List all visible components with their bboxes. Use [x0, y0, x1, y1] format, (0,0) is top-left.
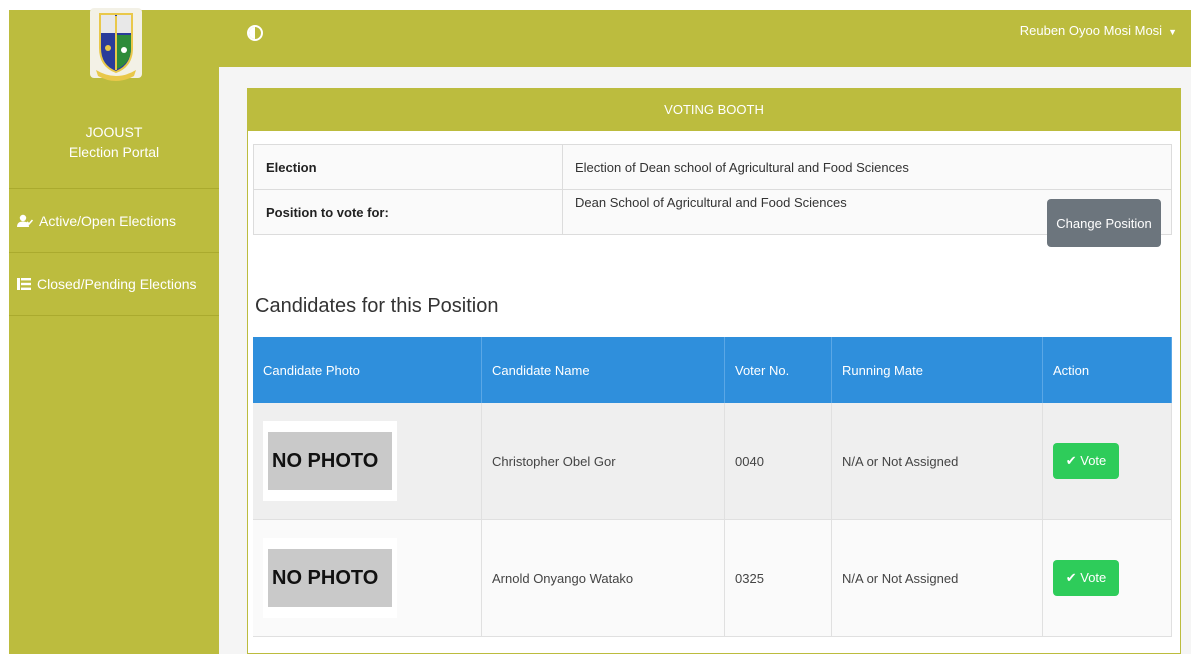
- candidate-photo: NO PHOTO: [263, 421, 397, 501]
- column-header: Candidate Photo: [253, 337, 482, 403]
- brand-name: JOOUST: [85, 124, 143, 140]
- user-check-icon: [17, 214, 33, 228]
- user-name: Reuben Oyoo Mosi Mosi: [1019, 23, 1163, 38]
- running-mate: N/A or Not Assigned: [831, 519, 1043, 637]
- candidates-table: Candidate Photo Candidate Name Voter No.…: [253, 337, 1172, 637]
- toggle-icon[interactable]: [247, 25, 263, 41]
- running-mate: N/A or Not Assigned: [831, 403, 1043, 520]
- vote-label: Vote: [1080, 570, 1107, 585]
- election-label: Election: [253, 144, 563, 190]
- photo-cell: NO PHOTO: [253, 519, 482, 637]
- candidate-photo: NO PHOTO: [263, 538, 397, 618]
- vote-button[interactable]: ✔ Vote: [1053, 443, 1119, 479]
- sidebar-item-closed-elections[interactable]: Closed/Pending Elections: [9, 252, 219, 316]
- voter-number: 0040: [724, 403, 832, 520]
- column-header: Candidate Name: [481, 337, 725, 403]
- vote-button[interactable]: ✔ Vote: [1053, 560, 1119, 596]
- election-row: Election Election of Dean school of Agri…: [253, 144, 1172, 190]
- voting-booth-panel: VOTING BOOTH Election Election of Dean s…: [247, 88, 1181, 654]
- position-label: Position to vote for:: [253, 189, 563, 235]
- no-photo-placeholder: NO PHOTO: [268, 549, 392, 607]
- table-row: NO PHOTO Christopher Obel Gor 0040 N/A o…: [253, 403, 1172, 520]
- top-navbar: Reuben Oyoo Mosi Mosi ▼: [219, 10, 1191, 67]
- position-value-cell: Dean School of Agricultural and Food Sci…: [562, 189, 1172, 247]
- user-menu[interactable]: Reuben Oyoo Mosi Mosi ▼: [1020, 23, 1177, 38]
- check-icon: ✔: [1065, 570, 1077, 585]
- sidebar-item-active-elections[interactable]: Active/Open Elections: [9, 188, 219, 252]
- university-logo: [86, 8, 146, 88]
- column-header: Voter No.: [724, 337, 832, 403]
- candidates-heading: Candidates for this Position: [255, 295, 499, 317]
- sidebar: JOOUST Election Portal Active/Open Elect…: [9, 8, 219, 654]
- candidate-name: Arnold Onyango Watako: [481, 519, 725, 637]
- change-position-button[interactable]: Change Position: [1047, 199, 1161, 247]
- column-header: Running Mate: [831, 337, 1043, 403]
- election-value: Election of Dean school of Agricultural …: [562, 144, 1172, 190]
- position-value: Dean School of Agricultural and Food Sci…: [575, 194, 847, 210]
- sidebar-item-label: Active/Open Elections: [39, 212, 176, 229]
- sidebar-item-label: Closed/Pending Elections: [37, 276, 197, 292]
- action-cell: ✔ Vote: [1042, 519, 1172, 637]
- no-photo-placeholder: NO PHOTO: [268, 432, 392, 490]
- photo-cell: NO PHOTO: [253, 403, 482, 520]
- table-row: NO PHOTO Arnold Onyango Watako 0325 N/A …: [253, 519, 1172, 637]
- action-cell: ✔ Vote: [1042, 403, 1172, 520]
- voter-number: 0325: [724, 519, 832, 637]
- vote-label: Vote: [1080, 453, 1107, 468]
- election-info-table: Election Election of Dean school of Agri…: [253, 144, 1172, 247]
- panel-title: VOTING BOOTH: [248, 89, 1180, 131]
- list-icon: [17, 277, 31, 291]
- brand-subtitle: Election Portal: [68, 144, 160, 160]
- table-header-row: Candidate Photo Candidate Name Voter No.…: [253, 337, 1172, 403]
- candidate-name: Christopher Obel Gor: [481, 403, 725, 520]
- caret-down-icon: ▼: [1168, 26, 1177, 37]
- check-icon: ✔: [1065, 453, 1077, 468]
- position-row: Position to vote for: Dean School of Agr…: [253, 189, 1172, 247]
- column-header: Action: [1042, 337, 1172, 403]
